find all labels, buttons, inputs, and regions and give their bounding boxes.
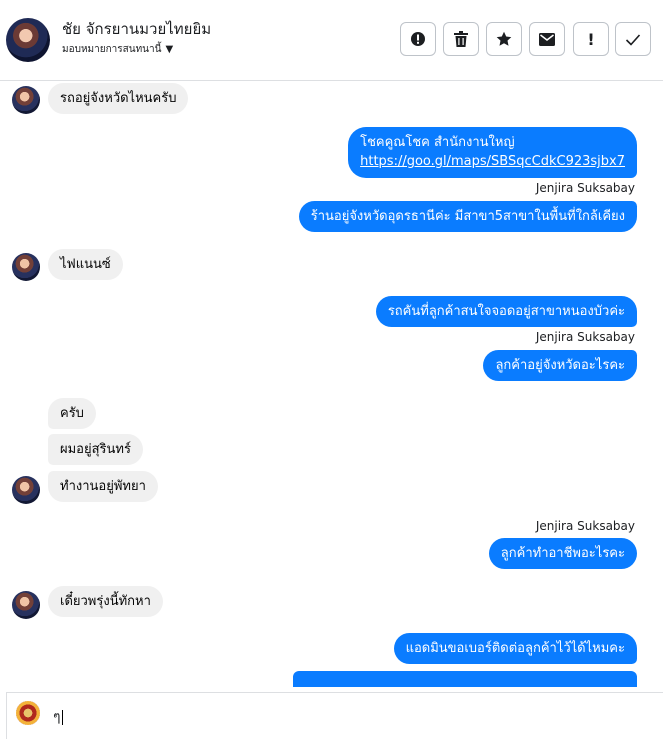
message-text: ลูกค้าอยู่จังหวัดอะไรคะ — [483, 350, 637, 381]
message-input-value: ๆ — [53, 709, 61, 725]
mark-unread-button[interactable] — [529, 22, 565, 56]
incoming-message[interactable]: ทำงานอยู่พัทยา — [48, 471, 158, 502]
incoming-message[interactable]: ไฟแนนซ์ — [48, 249, 123, 280]
outgoing-message-partial[interactable] — [293, 671, 637, 687]
outgoing-message[interactable]: แอดมินขอเบอร์ติดต่อลูกค้าไว้ได้ไหมคะ — [393, 633, 637, 664]
done-button[interactable] — [615, 22, 651, 56]
incoming-message[interactable]: ครับ — [48, 398, 96, 429]
page-avatar — [16, 701, 40, 725]
outgoing-message[interactable]: โชคคูณโชค สำนักงานใหญ่ https://goo.gl/ma… — [348, 127, 637, 178]
assign-conversation-dropdown[interactable]: มอบหมายการสนทนานี้ ▼ — [62, 42, 173, 57]
outgoing-message[interactable]: ร้านอยู่จังหวัดอุดรธานีค่ะ มีสาขา5สาขาใน… — [298, 201, 637, 232]
mail-icon — [539, 32, 555, 46]
report-button[interactable] — [400, 22, 436, 56]
message-text: รถอยู่จังหวัดไหนครับ — [48, 83, 189, 114]
message-text: แอดมินขอเบอร์ติดต่อลูกค้าไว้ได้ไหมคะ — [393, 633, 637, 664]
exclamation-icon: ! — [587, 29, 595, 49]
contact-avatar-small — [12, 253, 40, 281]
message-text: ร้านอยู่จังหวัดอุดรธานีค่ะ มีสาขา5สาขาใน… — [298, 201, 637, 232]
contact-avatar-small — [12, 476, 40, 504]
message-thread[interactable]: รถอยู่จังหวัดไหนครับ โชคคูณโชค สำนักงานใ… — [0, 81, 663, 687]
trash-icon — [454, 31, 468, 47]
sender-name: Jenjira Suksabay — [535, 519, 635, 533]
spam-button[interactable]: ! — [573, 22, 609, 56]
contact-avatar[interactable] — [6, 18, 50, 62]
contact-avatar-small — [12, 86, 40, 114]
star-icon — [496, 31, 512, 46]
caret-down-icon: ▼ — [165, 44, 174, 55]
delete-button[interactable] — [443, 22, 479, 56]
sender-name: Jenjira Suksabay — [535, 181, 635, 195]
text-cursor — [61, 709, 63, 725]
contact-avatar-small — [12, 591, 40, 619]
outgoing-message[interactable]: ลูกค้าอยู่จังหวัดอะไรคะ — [483, 350, 637, 381]
message-text: ครับ — [48, 398, 96, 429]
incoming-message[interactable]: รถอยู่จังหวัดไหนครับ — [48, 83, 189, 114]
message-composer[interactable]: ๆ — [6, 692, 663, 739]
check-icon — [625, 33, 641, 46]
maps-link[interactable]: https://goo.gl/maps/SBSqcCdkC923sjbx7 — [360, 152, 625, 171]
incoming-message[interactable]: เดี๋ยวพรุ่งนี้ทักหา — [48, 586, 163, 617]
message-text: รถคันที่ลูกค้าสนใจจอดอยู่สาขาหนองบัวค่ะ — [375, 296, 637, 327]
message-text: ผมอยู่สุรินทร์ — [48, 434, 143, 465]
alert-circle-icon — [411, 32, 425, 46]
contact-name[interactable]: ชัย จักรยานมวยไทยยิม — [62, 17, 211, 41]
message-input[interactable]: ๆ — [53, 706, 63, 728]
message-text: ไฟแนนซ์ — [48, 249, 123, 280]
composer-toolbar — [503, 733, 623, 741]
star-button[interactable] — [486, 22, 522, 56]
message-text: โชคคูณโชค สำนักงานใหญ่ — [360, 135, 515, 150]
sender-name: Jenjira Suksabay — [535, 330, 635, 344]
incoming-message[interactable]: ผมอยู่สุรินทร์ — [48, 434, 143, 465]
assign-label: มอบหมายการสนทนานี้ — [62, 44, 162, 55]
message-text: เดี๋ยวพรุ่งนี้ทักหา — [48, 586, 163, 617]
message-text: ทำงานอยู่พัทยา — [48, 471, 158, 502]
outgoing-message[interactable]: ลูกค้าทำอาชีพอะไรคะ — [488, 538, 637, 569]
conversation-header: ชัย จักรยานมวยไทยยิม มอบหมายการสนทนานี้ ▼… — [0, 0, 663, 81]
message-text: ลูกค้าทำอาชีพอะไรคะ — [488, 538, 637, 569]
outgoing-message[interactable]: รถคันที่ลูกค้าสนใจจอดอยู่สาขาหนองบัวค่ะ — [375, 296, 637, 327]
